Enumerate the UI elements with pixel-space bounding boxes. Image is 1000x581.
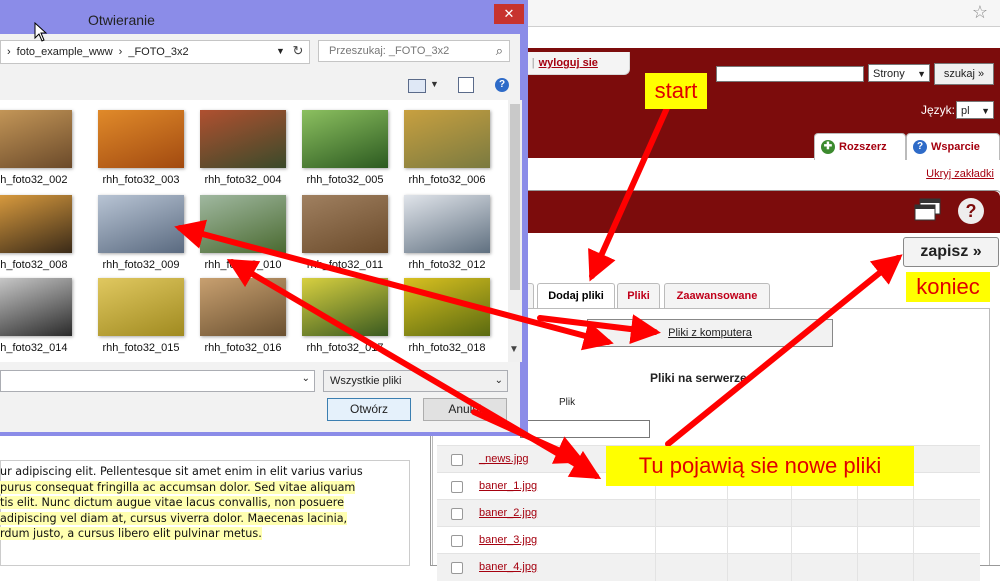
arrow-list-to-save bbox=[665, 254, 903, 447]
arrow-upload-to-dialog bbox=[174, 219, 614, 351]
arrow-open-to-list bbox=[471, 409, 586, 464]
arrow-start-to-tab bbox=[588, 105, 670, 282]
callout-new-files: Tu pojawią sie nowe pliki bbox=[606, 446, 914, 486]
callout-end: koniec bbox=[906, 272, 990, 302]
callout-start: start bbox=[645, 73, 707, 109]
